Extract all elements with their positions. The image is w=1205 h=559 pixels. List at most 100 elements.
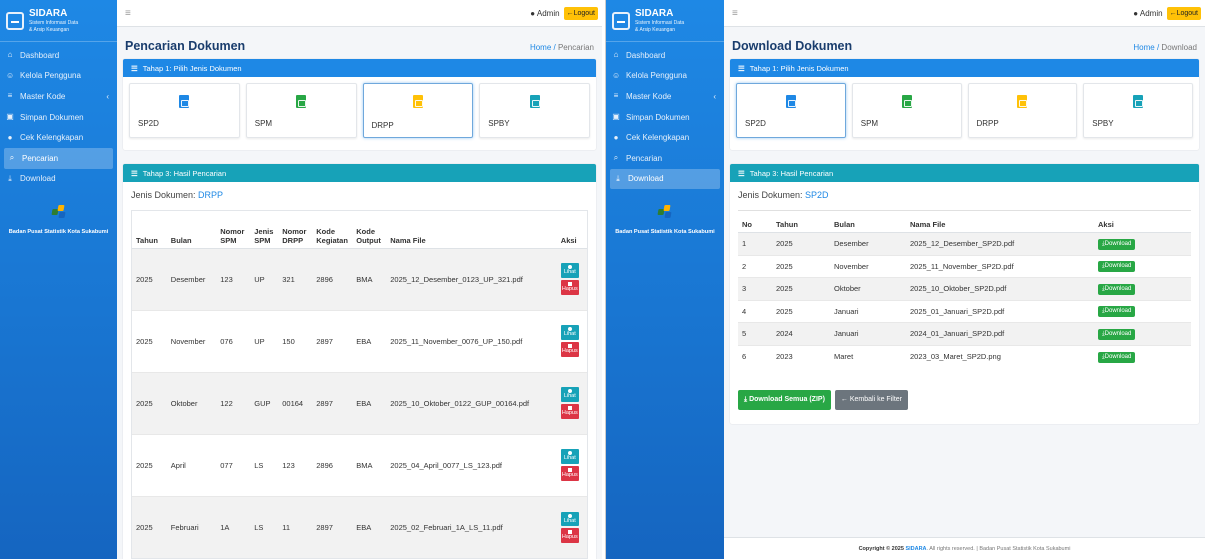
sidebar-item-master-kode[interactable]: ≡ Master Kode ‹ bbox=[0, 86, 117, 107]
delete-button[interactable]: Hapus bbox=[560, 528, 579, 543]
sidebar-item-cek-kelengkapan[interactable]: ● Cek Kelengkapan bbox=[0, 127, 117, 148]
table-cell: November bbox=[166, 309, 217, 372]
view-button[interactable]: Lihat bbox=[560, 387, 579, 402]
col-header: Nomor DRPP bbox=[278, 211, 313, 249]
breadcrumb-home[interactable]: Home bbox=[530, 43, 551, 52]
home-icon: ⌂ bbox=[613, 50, 619, 60]
topbar: ≡ ● Admin ←Logout bbox=[117, 0, 602, 27]
table-cell: EBA bbox=[352, 495, 387, 558]
table-cell: LS bbox=[250, 495, 279, 558]
table-row: 2025 Desember 123 UP 321 2896 BMA 2025_12_Desem… bbox=[132, 247, 587, 310]
sidebar-item-dashboard[interactable]: ⌂ Dashboard bbox=[0, 45, 117, 66]
sidebar-item-simpan-dokumen[interactable]: ▣ Simpan Dokumen bbox=[0, 107, 117, 128]
menu-toggle-icon[interactable]: ≡ bbox=[125, 8, 131, 19]
doc-type-spm[interactable]: SPM bbox=[851, 83, 962, 138]
doc-type-spm[interactable]: SPM bbox=[245, 83, 357, 138]
col-header: Jenis SPM bbox=[250, 211, 279, 249]
breadcrumb-current: Pencarian bbox=[557, 43, 594, 52]
download-button[interactable]: ⤓Download bbox=[1098, 351, 1136, 363]
doc-type-spby[interactable]: SPBY bbox=[479, 83, 590, 138]
table-row: 2 2025 November 2025_11_November_SP2D.pdf ⤓D… bbox=[738, 254, 1191, 278]
table-cell: GUP bbox=[250, 371, 279, 434]
table-cell: 3 bbox=[738, 277, 772, 300]
file-icon bbox=[901, 95, 912, 108]
file-icon bbox=[1017, 95, 1028, 108]
menu-toggle-icon[interactable]: ≡ bbox=[732, 8, 738, 19]
doc-type-selector: SP2D SPM DRPP SPBY bbox=[123, 77, 596, 150]
doc-type-sp2d[interactable]: SP2D bbox=[736, 83, 846, 138]
actions-cell: ⤓Download bbox=[1094, 322, 1191, 345]
table-cell: Januari bbox=[830, 299, 906, 323]
jenis-dokumen: Jenis Dokumen: SP2D bbox=[738, 190, 829, 200]
table-cell: 2025 bbox=[132, 371, 167, 434]
table-cell: UP bbox=[250, 309, 279, 372]
sidebar-item-master-kode[interactable]: ≡ Master Kode ‹ bbox=[606, 86, 724, 107]
table-cell: 6 bbox=[738, 344, 772, 368]
sidebar-item-pencarian[interactable]: ⌕ Pencarian bbox=[4, 147, 113, 169]
table-cell: 2024_01_Januari_SP2D.pdf bbox=[906, 322, 1094, 345]
download-all-button[interactable]: ⤓ Download Semua (ZIP) bbox=[738, 389, 831, 410]
logout-button[interactable]: ←Logout bbox=[563, 6, 598, 20]
table-cell: April bbox=[166, 433, 217, 496]
table-cell: 1A bbox=[216, 495, 251, 558]
doc-type-drpp[interactable]: DRPP bbox=[967, 83, 1078, 138]
logout-button[interactable]: ←Logout bbox=[1166, 6, 1201, 20]
home-icon: ⌂ bbox=[7, 50, 13, 60]
search-icon: ⌕ bbox=[9, 153, 15, 163]
table-cell: 2025 bbox=[772, 254, 830, 278]
download-table: No Tahun Bulan Nama File Aksi 1 2025 Desem… bbox=[738, 210, 1191, 368]
brand[interactable]: SIDARA Sistem Informasi Data & Arsip Keu… bbox=[606, 0, 724, 42]
table-row: 3 2025 Oktober 2025_10_Oktober_SP2D.pdf ⤓Dow… bbox=[738, 277, 1191, 300]
sidebar-item-kelola-pengguna[interactable]: ☺ Kelola Pengguna bbox=[0, 66, 117, 87]
download-button[interactable]: ⤓Download bbox=[1098, 283, 1136, 295]
table-cell: 2023_03_Maret_SP2D.png bbox=[906, 344, 1094, 368]
user-icon: ● bbox=[1133, 8, 1139, 18]
doc-type-sp2d[interactable]: SP2D bbox=[129, 83, 240, 138]
table-cell: 2024 bbox=[772, 322, 830, 345]
table-cell: 2025_04_April_0077_LS_123.pdf bbox=[386, 433, 557, 496]
users-icon: ☺ bbox=[6, 70, 15, 80]
col-header: No bbox=[738, 210, 772, 233]
table-cell: 2897 bbox=[312, 495, 353, 558]
table-cell: EBA bbox=[352, 309, 387, 372]
view-button[interactable]: Lihat bbox=[560, 511, 579, 527]
doc-type-drpp[interactable]: DRPP bbox=[362, 83, 474, 138]
download-button[interactable]: ⤓Download bbox=[1098, 261, 1136, 273]
col-header: Aksi bbox=[556, 211, 587, 249]
file-icon bbox=[785, 95, 796, 108]
download-button[interactable]: ⤓Download bbox=[1098, 306, 1136, 318]
delete-button[interactable]: Hapus bbox=[560, 342, 579, 357]
breadcrumb: Home / Download bbox=[1133, 43, 1197, 52]
view-button[interactable]: Lihat bbox=[560, 325, 579, 340]
jenis-dokumen: Jenis Dokumen: DRPP bbox=[131, 190, 224, 200]
table-cell: 2023 bbox=[772, 344, 830, 368]
sidebar-item-download[interactable]: ⤓ Download bbox=[610, 168, 720, 190]
admin-user[interactable]: ● Admin bbox=[530, 9, 559, 18]
doc-type-spby[interactable]: SPBY bbox=[1083, 83, 1193, 138]
download-button[interactable]: ⤓Download bbox=[1098, 238, 1136, 250]
delete-button[interactable]: Hapus bbox=[560, 280, 579, 295]
list-icon: ≡ bbox=[7, 91, 13, 101]
admin-user[interactable]: ● Admin bbox=[1133, 9, 1162, 18]
table-cell: 150 bbox=[278, 309, 313, 372]
sidebar-item-download[interactable]: ⤓ Download bbox=[0, 169, 117, 190]
page-title: Download Dokumen bbox=[732, 39, 853, 53]
download-button[interactable]: ⤓Download bbox=[1098, 328, 1136, 340]
delete-button[interactable]: Hapus bbox=[560, 466, 579, 481]
sidebar-item-kelola-pengguna[interactable]: ☺ Kelola Pengguna bbox=[606, 66, 724, 87]
col-header: Bulan bbox=[830, 210, 906, 233]
sidebar-item-simpan-dokumen[interactable]: ▣ Simpan Dokumen bbox=[606, 107, 724, 128]
view-button[interactable]: Lihat bbox=[560, 263, 579, 278]
delete-button[interactable]: Hapus bbox=[560, 404, 579, 419]
sidebar-item-pencarian[interactable]: ⌕ Pencarian bbox=[606, 148, 724, 169]
file-icon bbox=[296, 95, 307, 108]
org-block: Badan Pusat Statistik Kota Sukabumi bbox=[606, 201, 724, 237]
breadcrumb-home[interactable]: Home bbox=[1133, 43, 1154, 52]
sidebar: SIDARA Sistem Informasi Data & Arsip Keu… bbox=[0, 0, 117, 559]
brand[interactable]: SIDARA Sistem Informasi Data & Arsip Keu… bbox=[0, 0, 117, 42]
table-cell: 2896 bbox=[312, 247, 353, 310]
sidebar-item-dashboard[interactable]: ⌂ Dashboard bbox=[606, 45, 724, 66]
view-button[interactable]: Lihat bbox=[560, 449, 579, 464]
sidebar-item-cek-kelengkapan[interactable]: ● Cek Kelengkapan bbox=[606, 127, 724, 148]
back-to-filter-button[interactable]: ← Kembali ke Filter bbox=[834, 389, 908, 410]
